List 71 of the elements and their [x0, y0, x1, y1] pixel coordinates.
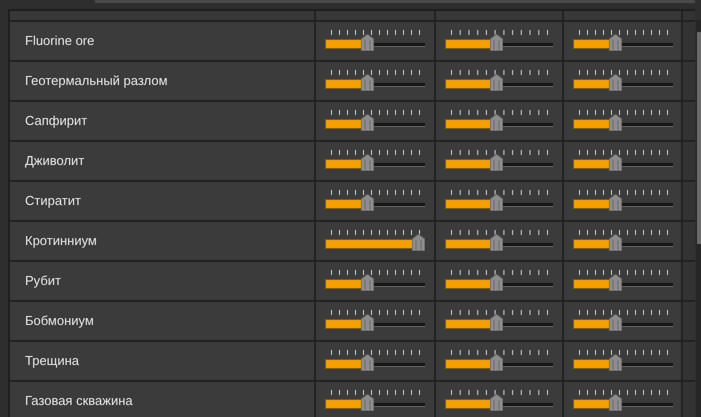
- slider-thumb[interactable]: [609, 34, 622, 51]
- slider[interactable]: [573, 268, 673, 294]
- slider[interactable]: [573, 228, 673, 254]
- row-label: Газовая скважина: [25, 392, 133, 410]
- slider-thumb[interactable]: [490, 34, 503, 51]
- slider[interactable]: [573, 108, 673, 134]
- row-label: Fluorine ore: [25, 32, 94, 50]
- slider-thumb[interactable]: [361, 394, 374, 411]
- slider-thumb[interactable]: [490, 194, 503, 211]
- slider[interactable]: [325, 388, 425, 414]
- row-label: Трещина: [25, 352, 80, 370]
- slider-thumb[interactable]: [490, 314, 503, 331]
- row-label: Бобмониум: [25, 312, 94, 330]
- slider[interactable]: [573, 188, 673, 214]
- slider-thumb[interactable]: [361, 354, 374, 371]
- slider-thumb[interactable]: [490, 354, 503, 371]
- row-label: Геотермальный разлом: [25, 72, 168, 90]
- slider-thumb[interactable]: [490, 74, 503, 91]
- slider-thumb[interactable]: [361, 314, 374, 331]
- row-label: Стиратит: [25, 192, 81, 210]
- slider-thumb[interactable]: [361, 114, 374, 131]
- slider[interactable]: [573, 308, 673, 334]
- slider[interactable]: [573, 148, 673, 174]
- slider-thumb[interactable]: [609, 234, 622, 251]
- slider[interactable]: [445, 28, 553, 54]
- slider-thumb[interactable]: [609, 394, 622, 411]
- slider-thumb[interactable]: [609, 354, 622, 371]
- slider[interactable]: [325, 108, 425, 134]
- slider[interactable]: [325, 188, 425, 214]
- slider-thumb[interactable]: [490, 394, 503, 411]
- slider[interactable]: [325, 28, 425, 54]
- slider-thumb[interactable]: [609, 154, 622, 171]
- slider-thumb[interactable]: [490, 154, 503, 171]
- slider[interactable]: [573, 388, 673, 414]
- slider[interactable]: [445, 188, 553, 214]
- slider[interactable]: [325, 148, 425, 174]
- row-label: Дживолит: [25, 152, 84, 170]
- slider-thumb[interactable]: [490, 274, 503, 291]
- slider[interactable]: [573, 28, 673, 54]
- slider[interactable]: [325, 228, 425, 254]
- scrollbar-thumb[interactable]: [697, 32, 701, 244]
- slider[interactable]: [445, 228, 553, 254]
- slider-thumb[interactable]: [609, 274, 622, 291]
- slider-thumb[interactable]: [361, 154, 374, 171]
- slider[interactable]: [573, 68, 673, 94]
- slider[interactable]: [325, 308, 425, 334]
- slider[interactable]: [325, 268, 425, 294]
- slider[interactable]: [325, 348, 425, 374]
- slider[interactable]: [445, 68, 553, 94]
- slider[interactable]: [445, 308, 553, 334]
- slider-thumb[interactable]: [609, 74, 622, 91]
- slider-thumb[interactable]: [361, 194, 374, 211]
- slider-thumb[interactable]: [609, 194, 622, 211]
- slider-thumb[interactable]: [609, 114, 622, 131]
- slider[interactable]: [445, 268, 553, 294]
- slider[interactable]: [325, 68, 425, 94]
- slider[interactable]: [573, 348, 673, 374]
- slider-thumb[interactable]: [412, 234, 425, 251]
- slider-thumb[interactable]: [361, 74, 374, 91]
- row-label: Сапфирит: [25, 112, 88, 130]
- slider-thumb[interactable]: [490, 234, 503, 251]
- slider-thumb[interactable]: [361, 34, 374, 51]
- row-label: Кротинниум: [25, 232, 97, 250]
- slider-thumb[interactable]: [361, 274, 374, 291]
- slider-thumb[interactable]: [490, 114, 503, 131]
- slider-thumb[interactable]: [609, 314, 622, 331]
- slider[interactable]: [445, 348, 553, 374]
- slider[interactable]: [445, 108, 553, 134]
- slider[interactable]: [445, 388, 553, 414]
- slider[interactable]: [445, 148, 553, 174]
- row-label: Рубит: [25, 272, 61, 290]
